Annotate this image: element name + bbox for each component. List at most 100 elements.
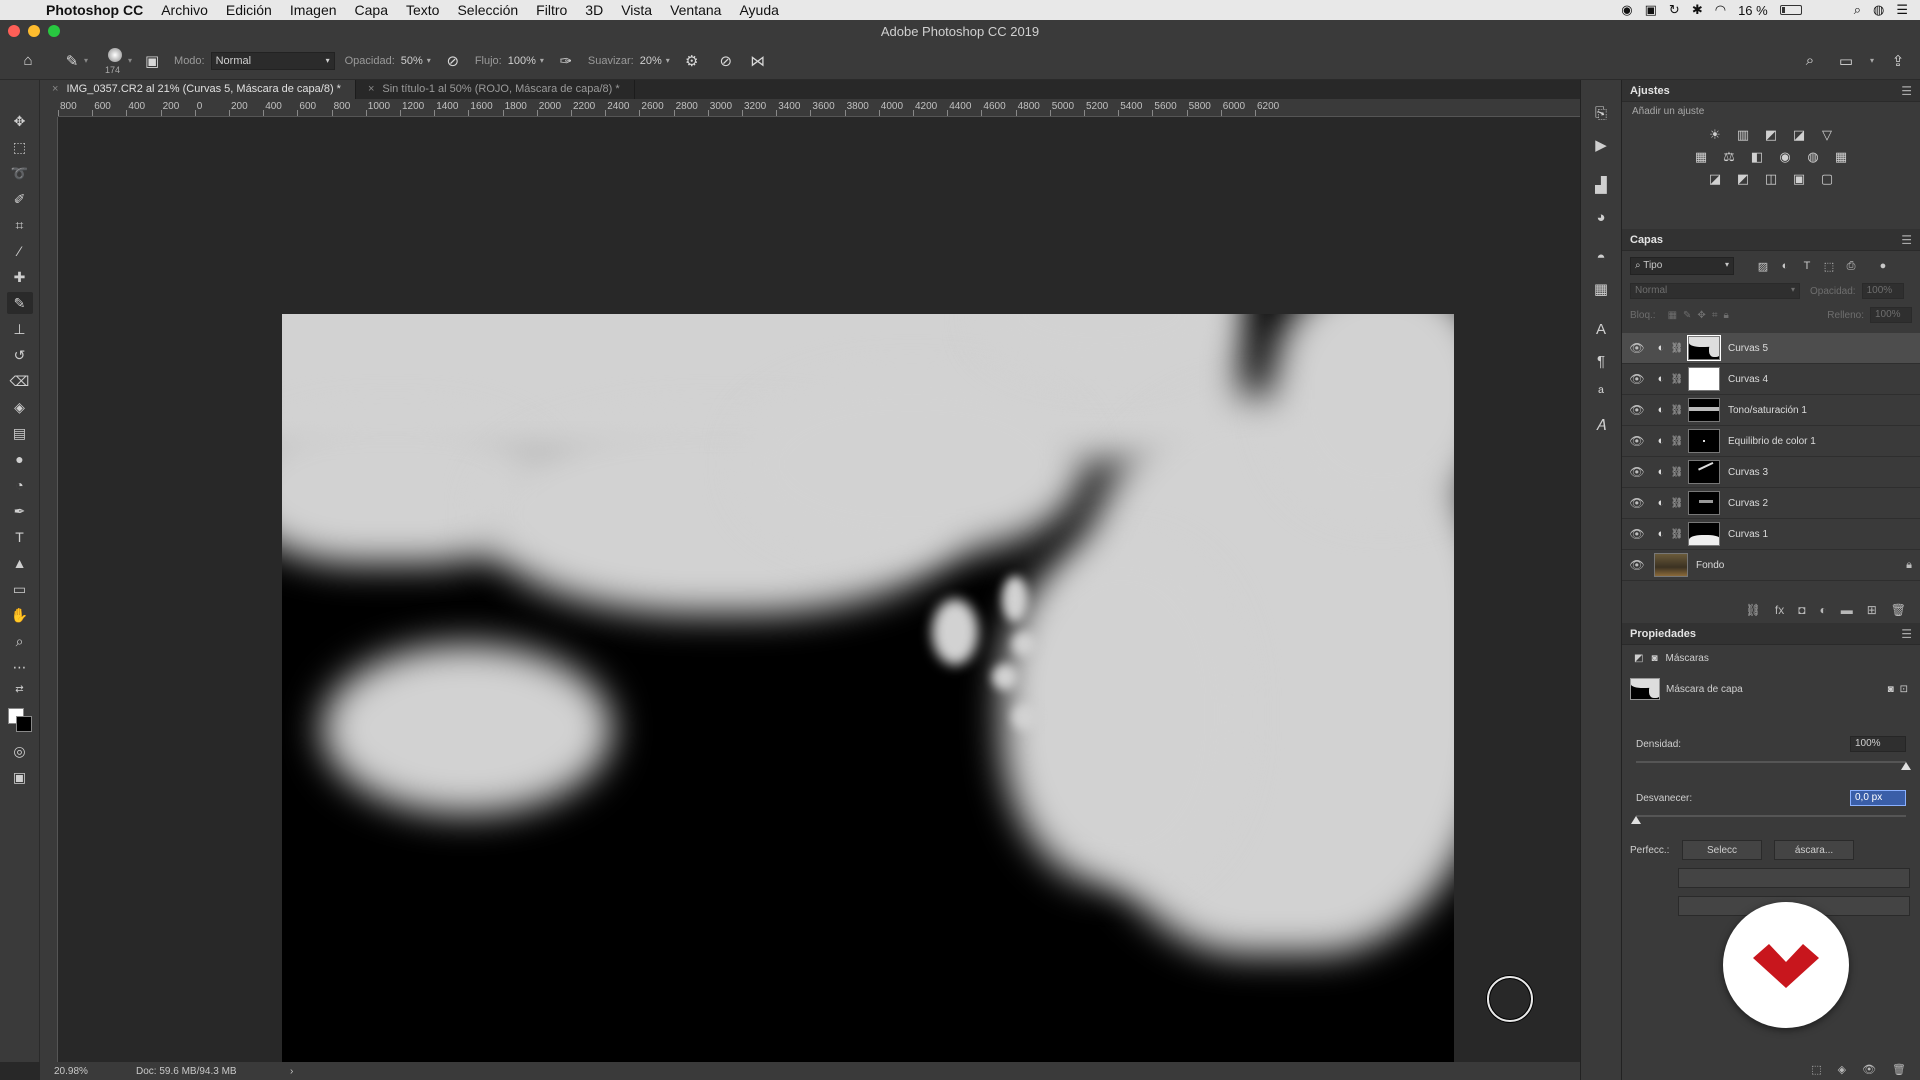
brush-tool-icon[interactable]: ✎ [6,292,33,314]
path-selection-tool-icon[interactable]: ▲ [7,552,33,574]
visibility-eye-icon[interactable]: 👁︎ [1622,403,1652,417]
menu-archivo[interactable]: Archivo [161,2,208,18]
layer-mask-thumbnail[interactable] [1687,335,1721,361]
adjustments-panel-header[interactable]: Ajustes ☰ [1622,80,1920,102]
density-slider-knob[interactable] [1901,762,1911,770]
history-panel-icon[interactable]: ⎘ [1589,102,1613,124]
siri-icon[interactable]: ◍ [1873,2,1884,18]
airbrush-icon[interactable]: ✑ [554,49,578,73]
time-machine-icon[interactable]: ↻ [1669,2,1680,18]
minimize-window-button[interactable] [28,25,40,37]
link-layers-icon[interactable]: ⛓︎ [1746,603,1761,617]
properties-panel-header[interactable]: Propiedades ☰ [1622,623,1920,645]
disable-mask-eye-icon[interactable]: 👁︎ [1862,1063,1876,1076]
brush-preset-picker[interactable]: 174 [102,46,128,76]
filter-adjustment-icon[interactable]: ◐ [1778,260,1792,272]
layers-panel-header[interactable]: Capas ☰ [1622,229,1920,251]
paragraph-panel-icon[interactable]: ¶ [1589,350,1613,372]
healing-brush-tool-icon[interactable]: ✚ [7,266,33,288]
pressure-opacity-icon[interactable]: ⊘ [441,49,465,73]
vertical-ruler[interactable] [40,117,58,1062]
gradient-map-icon[interactable]: ▢ [1818,171,1836,187]
move-tool-icon[interactable]: ✥ [7,110,33,132]
background-layer-thumbnail[interactable] [1654,553,1688,577]
brush-tool-icon[interactable]: ✎ [60,49,84,73]
hand-tool-icon[interactable]: ✋ [7,604,33,626]
layer-mask-canvas[interactable] [282,314,1454,1080]
layer-row[interactable]: 👁︎ ◐ ⛓︎ Curvas 3 [1622,457,1920,488]
layer-mask-thumbnail[interactable] [1688,460,1720,484]
layer-mask-thumbnail[interactable] [1688,522,1720,546]
canvas-area[interactable] [58,117,1580,1080]
chevron-down-icon[interactable]: ▾ [1870,56,1874,65]
black-white-icon[interactable]: ◧ [1748,149,1766,165]
lock-transparency-icon[interactable]: ▦ [1668,310,1677,321]
menu-ventana[interactable]: Ventana [670,2,721,18]
photo-filter-icon[interactable]: ◉ [1776,149,1794,165]
color-swatches[interactable] [6,706,34,736]
posterize-icon[interactable]: ◩ [1734,171,1752,187]
character-styles-icon[interactable]: 𝐴 [1589,414,1613,436]
layer-row[interactable]: 👁︎ ◐ ⛓︎ Curvas 5 [1622,333,1920,364]
smoothing-value[interactable]: 20% [640,55,662,67]
visibility-eye-icon[interactable]: 👁︎ [1622,465,1652,479]
brush-settings-icon[interactable]: ▣ [140,49,164,73]
status-menu-arrow[interactable]: › [290,1066,293,1077]
threshold-icon[interactable]: ◫ [1762,171,1780,187]
background-color-swatch[interactable] [15,716,32,732]
invert-icon[interactable]: ◪ [1706,171,1724,187]
lock-pixels-icon[interactable]: ✎ [1683,310,1691,321]
select-and-mask-button[interactable]: Selecc [1682,840,1762,860]
wifi-icon[interactable]: ◠ [1715,2,1726,18]
lasso-tool-icon[interactable]: ➰ [7,162,33,184]
spotlight-icon[interactable]: ⌕ [1854,2,1861,18]
layer-row[interactable]: 👁︎ ◐ ⛓︎ Equilibrio de color 1 [1622,426,1920,457]
battery-icon[interactable] [1779,5,1802,15]
quick-mask-icon[interactable]: ◎ [7,740,33,762]
new-group-icon[interactable]: ▬ [1841,603,1853,617]
marquee-tool-icon[interactable]: ⬚ [7,136,33,158]
color-range-button[interactable] [1678,868,1910,888]
ruler-origin[interactable] [40,99,58,117]
glyphs-panel-icon[interactable]: ª [1589,382,1613,404]
load-selection-icon[interactable]: ⬚ [1811,1063,1821,1076]
layer-row[interactable]: 👁︎ ◐ ⛓︎ Tono/saturación 1 [1622,395,1920,426]
fx-icon[interactable]: fx [1775,603,1784,617]
record-icon[interactable]: ◉ [1621,2,1632,18]
crop-tool-icon[interactable]: ⌗ [7,214,33,236]
color-lookup-icon[interactable]: ▦ [1832,149,1850,165]
mask-edge-button[interactable]: áscara... [1774,840,1854,860]
eyedropper-tool-icon[interactable]: ⁄ [7,240,33,262]
link-chain-icon[interactable]: ⛓︎ [1670,343,1684,354]
bluetooth-icon[interactable]: ✱ [1692,2,1703,18]
clone-stamp-tool-icon[interactable]: ⊥ [7,318,33,340]
blend-mode-select[interactable]: Normal ▾ [1630,283,1800,299]
workspace-icon[interactable]: ▭ [1834,49,1858,73]
menu-edicion[interactable]: Edición [226,2,272,18]
lock-artboard-icon[interactable]: ⌗ [1712,310,1718,321]
levels-icon[interactable]: ▥ [1734,127,1752,143]
pressure-size-icon[interactable]: ⊘ [714,49,738,73]
fill-input[interactable]: 100% [1870,307,1912,323]
panel-menu-icon[interactable]: ☰ [1901,627,1912,641]
chevron-down-icon[interactable]: ▾ [84,56,88,65]
screen-icon[interactable]: ▣ [1645,2,1657,18]
pen-tool-icon[interactable]: ✒ [7,500,33,522]
layer-opacity-input[interactable]: 100% [1861,283,1904,299]
hue-saturation-icon[interactable]: ▦ [1692,149,1710,165]
horizontal-ruler[interactable]: 800 600 400 200 0 200 400 600 800 1000 1200 1400 160… [58,99,1580,117]
vector-mask-icon[interactable]: ⊡ [1900,684,1908,695]
menu-filtro[interactable]: Filtro [536,2,567,18]
apply-mask-icon[interactable]: ◈ [1838,1063,1846,1076]
character-panel-icon[interactable]: A [1589,318,1613,340]
layer-row[interactable]: 👁︎ Fondo 🔒︎ [1622,550,1920,581]
menu-app-name[interactable]: Photoshop CC [46,2,143,18]
lock-position-icon[interactable]: ✥ [1697,310,1705,321]
zoom-tool-icon[interactable]: ⌕ [7,630,33,652]
mode-select[interactable]: Normal ▾ [210,51,335,70]
visibility-eye-icon[interactable]: 👁︎ [1622,496,1652,510]
mask-properties-icon[interactable]: ◙ [1651,653,1657,664]
visibility-eye-icon[interactable]: 👁︎ [1622,527,1652,541]
layer-row[interactable]: 👁︎ ◐ ⛓︎ Curvas 2 [1622,488,1920,519]
color-panel-icon[interactable]: ◕ [1589,206,1613,228]
